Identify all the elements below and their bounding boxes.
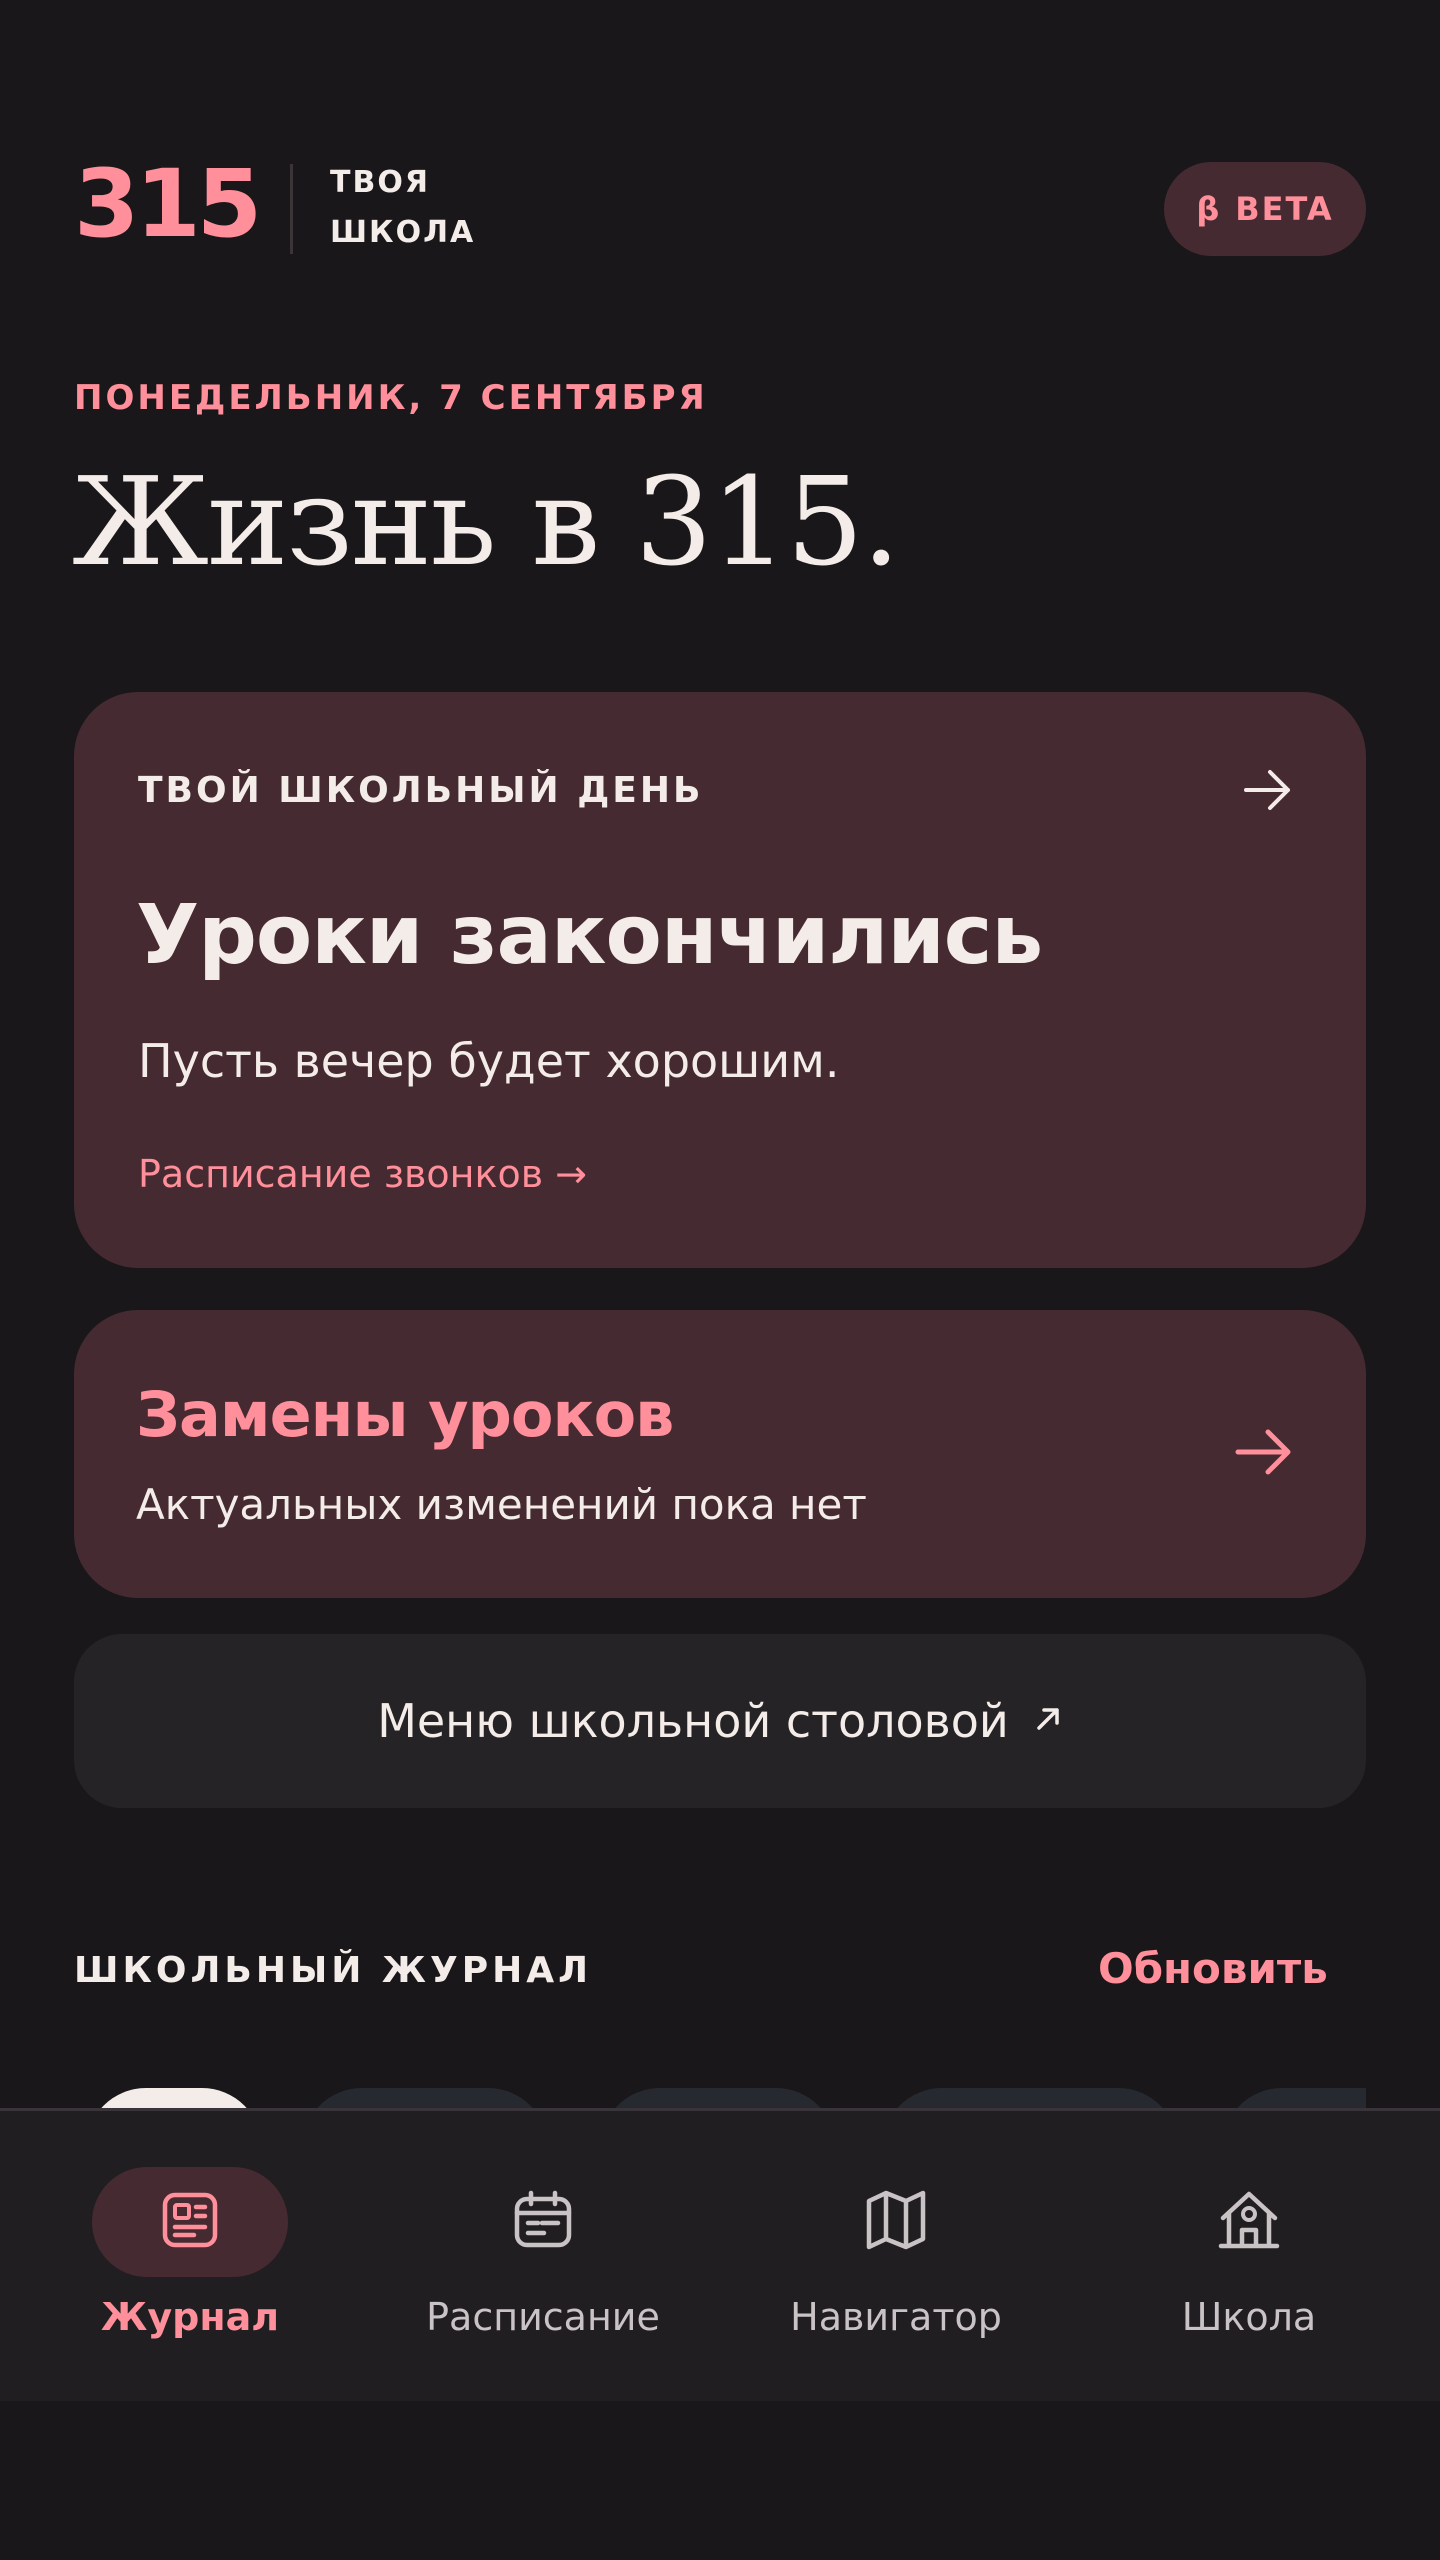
- bell-schedule-link[interactable]: Расписание звонков →: [138, 1152, 587, 1196]
- substitutions-title: Замены уроков: [136, 1378, 674, 1451]
- refresh-button[interactable]: Обновить: [1098, 1944, 1328, 1993]
- beta-symbol: β: [1196, 190, 1222, 228]
- logo-divider: [290, 164, 293, 254]
- logo-text-line1: ТВОЯ: [330, 165, 430, 200]
- school-day-subtitle: Пусть вечер будет хорошим.: [138, 1034, 840, 1088]
- nav-label-schedule: Расписание: [426, 2295, 660, 2339]
- school-icon: [1217, 2188, 1281, 2256]
- external-arrow-icon: [1033, 1704, 1063, 1738]
- beta-label: BETA: [1235, 190, 1334, 228]
- journal-icon: [160, 2190, 220, 2254]
- logo-text-line2: ШКОЛА: [330, 215, 476, 250]
- canteen-menu-label: Меню школьной столовой: [377, 1694, 1009, 1748]
- nav-item-navigator[interactable]: Навигатор: [716, 2111, 1076, 2401]
- nav-label-school: Школа: [1181, 2295, 1317, 2339]
- current-date: ПОНЕДЕЛЬНИК, 7 СЕНТЯБРЯ: [74, 378, 708, 418]
- nav-item-school[interactable]: Школа: [1069, 2111, 1429, 2401]
- substitutions-card[interactable]: [74, 1310, 1366, 1598]
- nav-label-navigator: Навигатор: [790, 2295, 1002, 2339]
- nav-label-journal: Журнал: [100, 2295, 280, 2339]
- bottom-navigation: Журнал Расписание Навигатор Школа: [0, 2108, 1440, 2401]
- logo-number: 315: [74, 150, 262, 259]
- arrow-right-icon[interactable]: [1240, 762, 1296, 822]
- substitutions-subtitle: Актуальных изменений пока нет: [136, 1480, 867, 1529]
- beta-button[interactable]: β BETA: [1164, 162, 1366, 256]
- map-icon: [865, 2189, 927, 2255]
- nav-icon-highlight: [92, 2167, 288, 2277]
- school-day-label: ТВОЙ ШКОЛЬНЫЙ ДЕНЬ: [138, 770, 704, 811]
- school-day-heading: Уроки закончились: [136, 888, 1043, 983]
- arrow-right-icon[interactable]: [1232, 1420, 1296, 1488]
- nav-item-journal[interactable]: Журнал: [10, 2111, 370, 2401]
- nav-item-schedule[interactable]: Расписание: [363, 2111, 723, 2401]
- page-title: Жизнь в 315.: [72, 451, 901, 593]
- canteen-menu-button[interactable]: Меню школьной столовой: [74, 1634, 1366, 1808]
- calendar-icon: [512, 2189, 574, 2255]
- journal-section-title: ШКОЛЬНЫЙ ЖУРНАЛ: [74, 1950, 593, 1991]
